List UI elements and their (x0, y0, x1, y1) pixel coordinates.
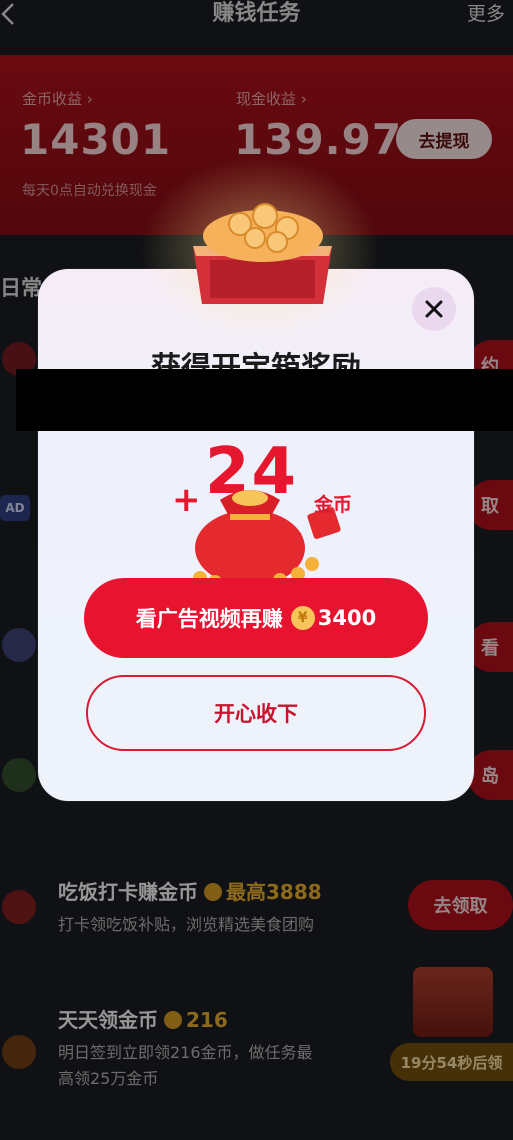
modal-title: 获得开宝箱奖励 (151, 351, 361, 370)
chest-icon (193, 203, 332, 304)
reward-unit: 金币 (314, 494, 353, 516)
watch-ad-amount: 3400 (317, 606, 377, 630)
coin-icon: ¥ (290, 606, 315, 630)
watch-ad-button[interactable]: 看广告视频再赚 ¥ 3400 (84, 578, 428, 658)
accept-button[interactable]: 开心收下 (86, 675, 426, 751)
close-icon (425, 300, 443, 318)
lucky-bag-icon (193, 490, 341, 589)
close-button[interactable] (412, 287, 456, 331)
watch-ad-label: 看广告视频再赚 (135, 607, 283, 631)
redaction-bar (16, 369, 513, 431)
